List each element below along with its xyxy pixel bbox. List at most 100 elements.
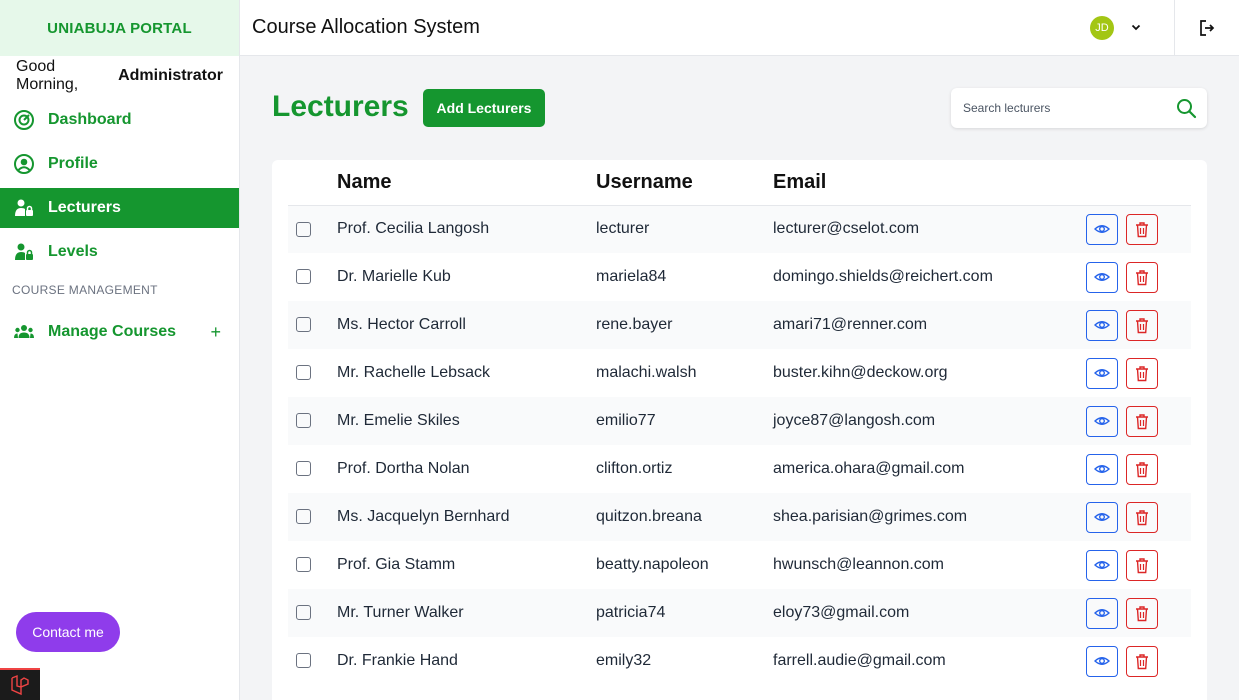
- trash-icon: [1136, 605, 1148, 621]
- view-button[interactable]: [1086, 597, 1118, 629]
- greeting: Good Morning, Administrator: [0, 56, 239, 96]
- top-header: Course Allocation System JD: [240, 0, 1239, 56]
- lecturers-table-card: Name Username Email Prof. Cecilia Langos…: [272, 160, 1207, 700]
- row-checkbox-cell: [288, 397, 337, 445]
- view-button[interactable]: [1086, 549, 1118, 581]
- view-button[interactable]: [1086, 501, 1118, 533]
- row-actions: [1086, 501, 1191, 533]
- delete-button[interactable]: [1126, 549, 1158, 581]
- table-row[interactable]: Mr. Emelie Skiles emilio77 joyce87@lango…: [288, 397, 1191, 445]
- header-divider: [1174, 0, 1175, 56]
- table-row[interactable]: Prof. Dortha Nolan clifton.ortiz america…: [288, 445, 1191, 493]
- view-button[interactable]: [1086, 405, 1118, 437]
- row-checkbox-cell: [288, 541, 337, 589]
- user-circle-icon: [13, 153, 35, 175]
- row-checkbox[interactable]: [296, 653, 311, 669]
- cell-email: domingo.shields@reichert.com: [773, 268, 993, 285]
- search-box: [951, 88, 1207, 128]
- row-checkbox[interactable]: [296, 365, 311, 381]
- row-checkbox-cell: [288, 349, 337, 397]
- logout-icon[interactable]: [1198, 19, 1216, 42]
- delete-button[interactable]: [1126, 597, 1158, 629]
- delete-button[interactable]: [1126, 261, 1158, 293]
- cell-username: patricia74: [596, 589, 773, 637]
- eye-icon: [1094, 465, 1110, 473]
- row-checkbox-cell: [288, 445, 337, 493]
- view-button[interactable]: [1086, 213, 1118, 245]
- table-row[interactable]: Ms. Hector Carroll rene.bayer amari71@re…: [288, 301, 1191, 349]
- eye-icon: [1094, 225, 1110, 234]
- add-lecturers-button[interactable]: Add Lecturers: [423, 89, 545, 127]
- row-checkbox[interactable]: [296, 317, 311, 333]
- sidebar: UNIABUJA PORTAL Good Morning, Administra…: [0, 0, 240, 700]
- cell-username: emilio77: [596, 397, 773, 445]
- delete-button[interactable]: [1126, 357, 1158, 389]
- trash-icon: [1136, 509, 1148, 525]
- sidebar-item-levels[interactable]: Levels: [0, 232, 239, 272]
- view-button[interactable]: [1086, 357, 1118, 389]
- delete-button[interactable]: [1126, 501, 1158, 533]
- plus-icon[interactable]: +: [210, 322, 221, 343]
- column-header-name[interactable]: Name: [337, 160, 596, 206]
- table-row[interactable]: Mr. Rachelle Lebsack malachi.walsh buste…: [288, 349, 1191, 397]
- table-row[interactable]: Dr. Frankie Hand emily32 farrell.audie@g…: [288, 637, 1191, 685]
- contact-button[interactable]: Contact me: [16, 612, 120, 652]
- chevron-down-icon[interactable]: [1130, 20, 1142, 38]
- row-actions: [1086, 597, 1191, 629]
- cell-username: clifton.ortiz: [596, 460, 673, 477]
- cell-username: malachi.walsh: [596, 364, 697, 381]
- table-row[interactable]: Mr. Turner Walker patricia74 eloy73@gmai…: [288, 589, 1191, 637]
- row-checkbox[interactable]: [296, 557, 311, 573]
- delete-button[interactable]: [1126, 645, 1158, 677]
- sidebar-item-dashboard[interactable]: Dashboard: [0, 100, 239, 140]
- sidebar-item-manage-courses[interactable]: Manage Courses +: [0, 312, 239, 352]
- cell-name: Ms. Hector Carroll: [337, 301, 596, 349]
- delete-button[interactable]: [1126, 309, 1158, 341]
- view-button[interactable]: [1086, 645, 1118, 677]
- row-checkbox-cell: [288, 205, 337, 253]
- avatar[interactable]: JD: [1090, 16, 1114, 40]
- row-checkbox-cell: [288, 301, 337, 349]
- eye-icon: [1094, 657, 1110, 665]
- table-row[interactable]: Dr. Marielle Kub mariela84 domingo.shiel…: [288, 253, 1191, 301]
- view-button[interactable]: [1086, 453, 1118, 485]
- cell-actions: [1086, 541, 1191, 589]
- lock-user-icon: [13, 241, 35, 263]
- sidebar-item-label: Manage Courses: [48, 323, 177, 340]
- view-button[interactable]: [1086, 261, 1118, 293]
- app-title: Course Allocation System: [252, 16, 480, 38]
- row-checkbox[interactable]: [296, 509, 311, 525]
- column-header-username[interactable]: Username: [596, 160, 773, 206]
- brand-logo[interactable]: UNIABUJA PORTAL: [0, 0, 239, 56]
- row-checkbox[interactable]: [296, 605, 311, 621]
- column-header-actions: [1086, 160, 1191, 206]
- laravel-logo-icon: [0, 668, 40, 700]
- trash-icon: [1136, 413, 1148, 429]
- view-button[interactable]: [1086, 309, 1118, 341]
- sidebar-item-lecturers[interactable]: Lecturers: [0, 188, 239, 228]
- row-checkbox[interactable]: [296, 461, 311, 477]
- delete-button[interactable]: [1126, 213, 1158, 245]
- row-actions: [1086, 309, 1191, 341]
- table-row[interactable]: Prof. Gia Stamm beatty.napoleon hwunsch@…: [288, 541, 1191, 589]
- row-actions: [1086, 549, 1191, 581]
- delete-button[interactable]: [1126, 405, 1158, 437]
- sidebar-item-profile[interactable]: Profile: [0, 144, 239, 184]
- table-row[interactable]: Ms. Jacquelyn Bernhard quitzon.breana sh…: [288, 493, 1191, 541]
- cell-email: buster.kihn@deckow.org: [773, 364, 948, 381]
- table-row[interactable]: Prof. Cecilia Langosh lecturer lecturer@…: [288, 205, 1191, 253]
- cell-username: mariela84: [596, 268, 667, 285]
- row-checkbox[interactable]: [296, 221, 311, 237]
- row-actions: [1086, 357, 1191, 389]
- row-checkbox[interactable]: [296, 269, 311, 285]
- cell-actions: [1086, 301, 1191, 349]
- page-title: Lecturers: [272, 90, 409, 123]
- search-input[interactable]: [951, 101, 1161, 115]
- column-header-email[interactable]: Email: [773, 160, 1086, 206]
- row-checkbox[interactable]: [296, 413, 311, 429]
- delete-button[interactable]: [1126, 453, 1158, 485]
- search-icon[interactable]: [1176, 98, 1197, 124]
- cell-email: hwunsch@leannon.com: [773, 556, 945, 573]
- cell-name: Ms. Jacquelyn Bernhard: [337, 493, 596, 541]
- users-icon: [13, 321, 35, 343]
